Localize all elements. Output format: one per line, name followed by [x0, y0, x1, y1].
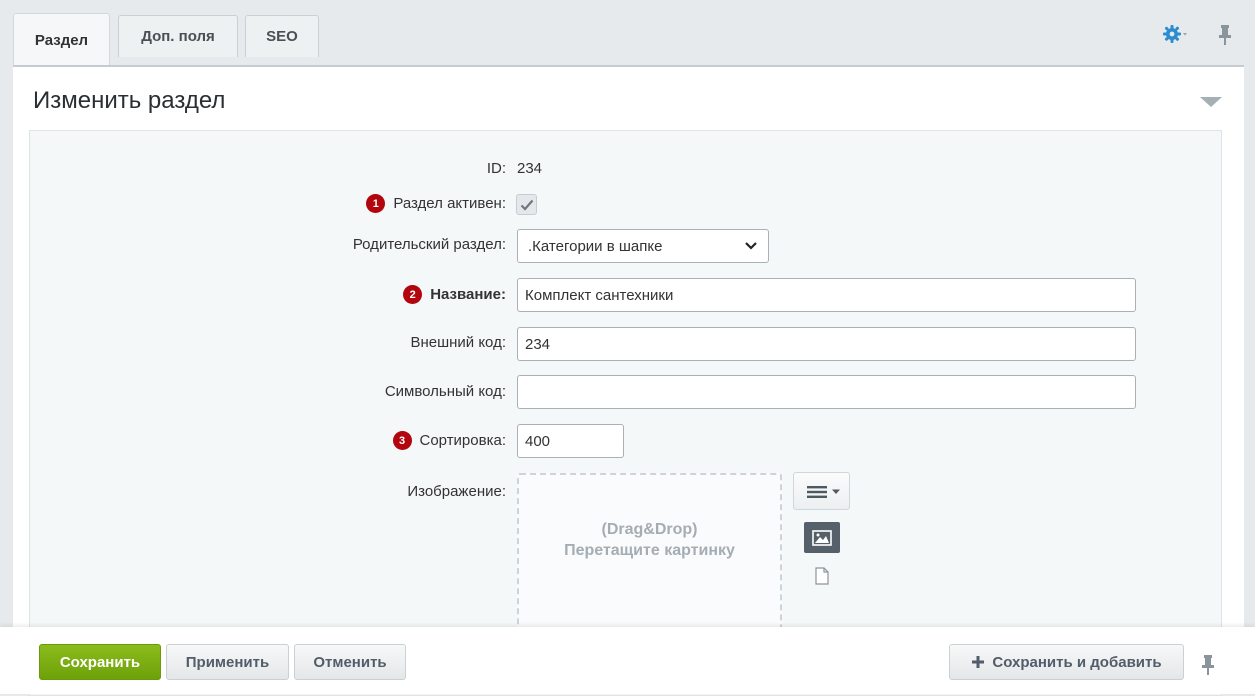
active-checkbox[interactable]: [516, 194, 537, 215]
image-icon: [812, 529, 832, 546]
parent-section-select[interactable]: .Категории в шапке: [517, 229, 769, 263]
code-field[interactable]: [517, 375, 1136, 409]
page-title: Изменить раздел: [33, 87, 226, 114]
id-label: ID:: [486, 160, 506, 177]
image-upload-button[interactable]: [804, 522, 840, 553]
save-button[interactable]: Сохранить: [39, 644, 161, 680]
dropzone-hint-text: Перетащите картинку: [564, 542, 735, 559]
plus-icon: [972, 656, 985, 668]
cancel-button[interactable]: Отменить: [294, 644, 406, 680]
step-badge: 3: [392, 431, 412, 450]
tab-extra-fields[interactable]: Доп. поля: [118, 15, 238, 57]
pin-icon[interactable]: [1217, 24, 1233, 46]
parent-section-value: .Категории в шапке: [528, 237, 663, 255]
code-label: Символьный код:: [384, 383, 506, 400]
sort-field[interactable]: 400: [517, 424, 624, 458]
xml-id-field[interactable]: 234: [517, 327, 1136, 361]
xml-id-label: Внешний код:: [410, 334, 506, 351]
apply-button[interactable]: Применить: [166, 644, 289, 680]
tab-bar: Раздел Доп. поля SEO: [0, 0, 1255, 66]
sort-label: 3 Сортировка:: [392, 431, 506, 450]
id-value: 234: [517, 160, 543, 177]
step-badge: 1: [366, 194, 386, 213]
tab-seo[interactable]: SEO: [245, 15, 319, 57]
save-and-add-button[interactable]: Сохранить и добавить: [949, 644, 1184, 680]
image-menu-button[interactable]: [793, 472, 850, 510]
image-dropzone[interactable]: (Drag&Drop) Перетащите картинку: [517, 473, 782, 643]
file-icon[interactable]: [815, 567, 829, 585]
step-badge: 2: [403, 285, 423, 304]
active-label: 1 Раздел активен:: [366, 194, 506, 213]
collapse-icon[interactable]: [1199, 95, 1223, 109]
pin-icon[interactable]: [1200, 654, 1216, 676]
parent-label: Родительский раздел:: [352, 236, 506, 253]
check-icon: [520, 199, 533, 211]
image-label: Изображение:: [407, 483, 506, 500]
hamburger-icon: [807, 486, 840, 498]
footer-bar: Сохранить Применить Отменить Сохранить и…: [0, 627, 1255, 694]
name-field[interactable]: Комплект сантехники: [517, 278, 1136, 312]
name-label: 2 Название:: [403, 285, 506, 304]
save-and-add-label: Сохранить и добавить: [992, 653, 1162, 671]
dropzone-hint: (Drag&Drop): [601, 521, 698, 538]
gear-icon[interactable]: [1163, 24, 1187, 44]
tab-section[interactable]: Раздел: [13, 13, 110, 66]
chevron-down-icon: [745, 242, 757, 250]
